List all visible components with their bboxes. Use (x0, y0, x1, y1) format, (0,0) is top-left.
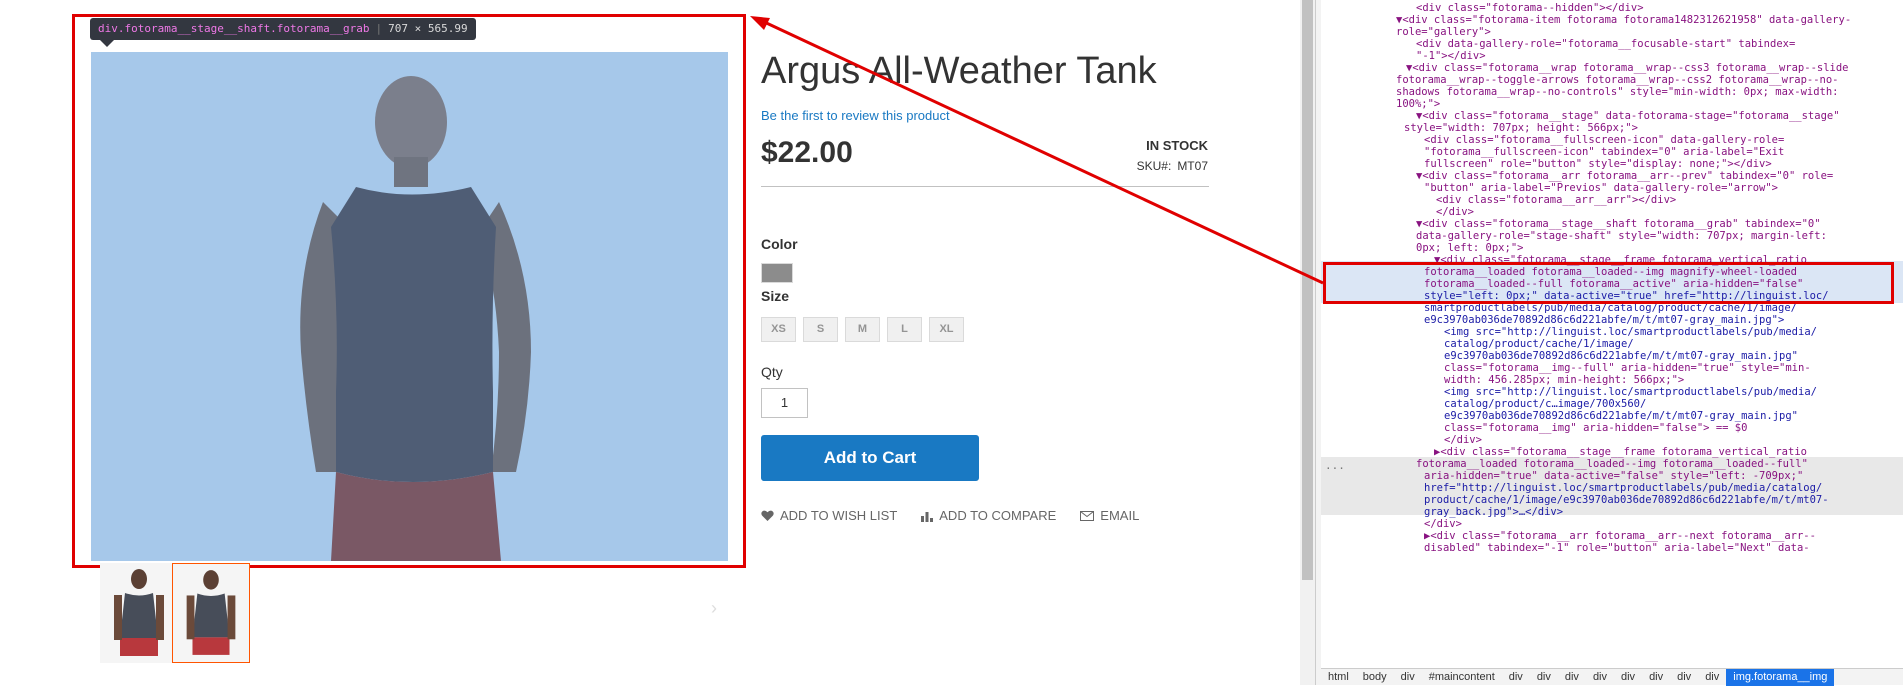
breadcrumb-item[interactable]: div (1642, 671, 1670, 683)
size-option-s[interactable]: S (803, 317, 838, 342)
size-option-xl[interactable]: XL (929, 317, 964, 342)
thumbnail-active-image (186, 570, 236, 655)
dom-line[interactable]: disabled" tabindex="-1" role="button" ar… (1424, 541, 1810, 555)
devtools-elements-panel: ... <div class="fotorama--hidden"></div>… (1321, 0, 1903, 685)
breadcrumb-item[interactable]: html (1321, 671, 1356, 683)
breadcrumb-item[interactable]: div (1586, 671, 1614, 683)
thumbnail-next-arrow-icon[interactable]: › (711, 598, 717, 619)
devtools-breadcrumb: html body div #maincontent div div div div div di… (1321, 668, 1903, 686)
tooltip-selector: div.fotorama__stage__shaft.fotorama__gra… (98, 22, 370, 35)
breadcrumb-item[interactable]: img.fotorama__img (1726, 668, 1835, 686)
sku-value: MT07 (1177, 159, 1208, 173)
breadcrumb-item[interactable]: div (1670, 671, 1698, 683)
add-to-cart-button[interactable]: Add to Cart (761, 435, 979, 481)
bar-chart-icon (921, 511, 934, 522)
price-divider (761, 186, 1209, 187)
heart-icon (761, 510, 774, 521)
thumbnail-active[interactable] (172, 563, 250, 663)
devtools-selection-highlight (1323, 262, 1894, 304)
tooltip-pointer (100, 40, 114, 47)
devtools-element-tooltip: div.fotorama__stage__shaft.fotorama__gra… (90, 18, 476, 40)
tooltip-dimensions: 707 × 565.99 (388, 22, 468, 35)
compare-label: ADD TO COMPARE (939, 508, 1057, 523)
review-link[interactable]: Be the first to review this product (761, 108, 950, 123)
color-label: Color (761, 236, 798, 252)
product-page: div.fotorama__stage__shaft.fotorama__gra… (0, 0, 1300, 685)
sku: SKU#: MT07 (1100, 159, 1208, 173)
dom-line[interactable]: class="fotorama__img" aria-hidden="false… (1444, 421, 1747, 435)
qty-input[interactable]: 1 (761, 388, 808, 418)
model-image (300, 76, 531, 561)
product-price: $22.00 (761, 136, 853, 169)
product-main-image[interactable] (91, 52, 728, 561)
size-label: Size (761, 288, 790, 304)
breadcrumb-item[interactable]: body (1356, 671, 1394, 683)
add-to-wishlist-link[interactable]: ADD TO WISH LIST (761, 508, 897, 523)
thumbnail-front[interactable] (100, 563, 178, 663)
breadcrumb-item[interactable]: div (1558, 671, 1586, 683)
product-title: Argus All-Weather Tank (761, 50, 1157, 92)
sku-label: SKU#: (1136, 159, 1172, 173)
size-option-xs[interactable]: XS (761, 317, 796, 342)
breadcrumb-item[interactable]: div (1502, 671, 1530, 683)
stock-status: IN STOCK (1146, 138, 1208, 153)
color-swatch-gray[interactable] (761, 263, 793, 283)
email-link[interactable]: EMAIL (1080, 508, 1139, 523)
node-ellipsis[interactable]: ... (1325, 459, 1345, 472)
dom-line[interactable]: shadows fotorama__wrap--no-controls" sty… (1396, 85, 1839, 99)
qty-label: Qty (761, 364, 783, 380)
breadcrumb-item[interactable]: div (1614, 671, 1642, 683)
envelope-icon (1080, 510, 1095, 521)
breadcrumb-item[interactable]: div (1698, 671, 1726, 683)
size-swatches: XS S M L XL (761, 317, 964, 342)
email-label: EMAIL (1100, 508, 1140, 523)
breadcrumb-item[interactable]: #maincontent (1422, 671, 1502, 683)
size-option-l[interactable]: L (887, 317, 922, 342)
thumbnail-front-image (114, 569, 164, 656)
product-social-links: ADD TO WISH LIST ADD TO COMPARE EMAIL (761, 508, 1139, 523)
breadcrumb-item[interactable]: div (1394, 671, 1422, 683)
size-option-m[interactable]: M (845, 317, 880, 342)
add-to-compare-link[interactable]: ADD TO COMPARE (921, 508, 1056, 523)
page-scrollbar[interactable] (1300, 0, 1315, 685)
page-scrollbar-thumb[interactable] (1302, 0, 1313, 580)
wishlist-label: ADD TO WISH LIST (780, 508, 898, 523)
breadcrumb-item[interactable]: div (1530, 671, 1558, 683)
